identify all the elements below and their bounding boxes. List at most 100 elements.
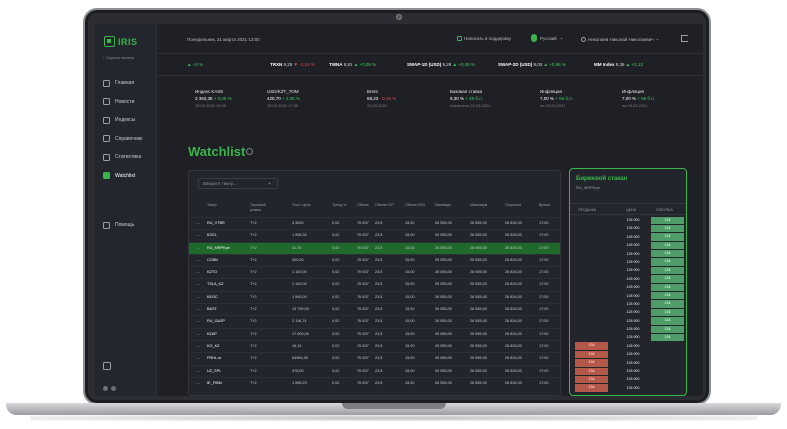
table-row[interactable]: — KZTO T+2 1 100,00 0,02 7К 637 23,5 15,00 26 55… <box>189 266 560 278</box>
drag-handle-icon[interactable]: — <box>196 319 200 323</box>
table-row[interactable]: — KEGC T+2 1 900,00 0,02 7К 637 23,5 15,00 26 55… <box>189 290 560 303</box>
logout-icon[interactable] <box>681 35 688 42</box>
table-row[interactable]: — KCEL T+2 1 998,32 0,02 7К 637 23,5 15,00 26 55… <box>189 229 560 241</box>
index-card[interactable]: Brent 68,23 - 0,15 % 25.03.2021 <box>367 88 396 109</box>
orderbook-row[interactable]: 128 900 134 <box>570 300 686 308</box>
cell-vusd: 15,00 <box>405 331 415 336</box>
table-row[interactable]: — KZAP T+2 17 600,00 0,02 7К 637 23,5 15,00 26 5… <box>189 327 560 340</box>
ticker-item[interactable]: TRXN 9,25 ▼ -3,15 % <box>270 62 315 67</box>
drag-handle-icon[interactable]: — <box>196 332 200 336</box>
drag-handle-icon[interactable]: — <box>196 282 200 286</box>
orderbook-row[interactable]: 134 128 900 <box>570 350 686 359</box>
orderbook-row[interactable]: 128 900 134 <box>570 275 686 283</box>
drag-handle-icon[interactable]: — <box>196 221 200 225</box>
column-header[interactable]: Торговый режим <box>250 203 272 213</box>
column-header[interactable]: Посл. цена <box>292 203 310 208</box>
orderbook-row[interactable]: 128 900 134 <box>570 266 686 275</box>
cell-ticker: KO_KZ <box>207 343 220 348</box>
column-header[interactable]: Объем USD <box>405 203 425 208</box>
ticker-item[interactable]: ▲ +3 % <box>187 62 203 67</box>
orderbook-row[interactable]: 128 900 134 <box>570 250 686 258</box>
ticker-item[interactable]: MM Index 9,36 ▲ +2,13 <box>594 62 643 67</box>
ticker-item[interactable]: SWAP-2D (USD) 9,00 ▲ +0,96 % <box>498 62 566 67</box>
sidebar-item-2[interactable]: Индексы <box>95 111 157 130</box>
ticker-change: -3,15 % <box>299 62 315 67</box>
orderbook-row[interactable]: 128 900 134 <box>570 317 686 325</box>
drag-handle-icon[interactable]: — <box>196 233 200 237</box>
drag-handle-icon[interactable]: — <box>196 295 200 299</box>
index-card[interactable]: USD/KZT_TOM 420,70 + 2,05 % 25.03.2021 17:… <box>267 88 300 109</box>
index-card[interactable]: Базовая ставка 9,30 % + 49 б.п. назначена … <box>450 88 490 109</box>
language-select[interactable]: Русский ⌄ <box>531 34 563 42</box>
drag-handle-icon[interactable]: — <box>196 258 200 262</box>
orderbook-row[interactable]: 134 128 900 <box>570 367 686 375</box>
table-row[interactable]: — IE_FIBM T+2 1 596,23 0,02 7К 637 23,5 15,00 26… <box>189 376 560 389</box>
orderbook-row[interactable]: 128 900 134 <box>570 258 686 266</box>
column-header[interactable]: Тренд % <box>332 203 346 208</box>
drag-handle-icon[interactable]: — <box>196 344 200 348</box>
theme-icon[interactable] <box>103 386 108 391</box>
drag-handle-icon[interactable]: — <box>196 270 200 274</box>
drag-handle-icon[interactable]: — <box>196 356 200 360</box>
orderbook-row[interactable]: 128 900 134 <box>570 241 686 250</box>
sidebar-item-1[interactable]: Новости <box>95 93 157 112</box>
cell-mode: T+2 <box>250 257 257 262</box>
orderbook-row[interactable]: 134 128 900 <box>570 375 686 384</box>
drag-handle-icon[interactable]: — <box>196 307 200 311</box>
camera-dot <box>396 14 402 20</box>
drag-handle-icon[interactable]: — <box>196 369 200 373</box>
logo[interactable]: IRIS <box>104 36 138 47</box>
orderbook-row[interactable]: 128 900 134 <box>570 216 686 224</box>
orderbook-row[interactable]: 134 128 900 <box>570 384 686 392</box>
index-card[interactable]: Инфляция 7,00 % + 56 б.п. на 25.03.2021 <box>540 88 573 109</box>
ticker-item[interactable]: SWAP-1D (USD) 9,28 ▲ +0,49 % <box>407 62 475 67</box>
orderbook-row[interactable]: 128 900 134 <box>570 325 686 333</box>
column-header[interactable]: Максимум <box>470 203 487 208</box>
orderbook-row[interactable]: 134 128 900 <box>570 342 686 350</box>
table-row[interactable]: — BAST T+2 13 790,00 0,02 7К 637 23,5 15,00 26 5… <box>189 303 560 315</box>
orderbook-row[interactable]: 128 900 134 <box>570 333 686 342</box>
column-header[interactable]: Время <box>539 203 550 208</box>
orderbook-row[interactable]: 134 128 900 <box>570 359 686 367</box>
add-icon[interactable]: + <box>268 179 271 189</box>
table-row[interactable]: — RU_GAZP T+2 2 116,74 0,02 7К 637 23,5 15,00 26… <box>189 315 560 327</box>
table-row[interactable]: — RU_VTBR T+2 3,3590 0,02 7К 637 23,5 15,00 26 5… <box>189 217 560 229</box>
orderbook-row[interactable]: 128 900 134 <box>570 224 686 233</box>
orderbook-row[interactable]: 128 900 134 <box>570 308 686 317</box>
ticker-item[interactable]: TWNA 8,81 ▲ +0,05 % <box>329 62 376 67</box>
orderbook-row[interactable]: 128 900 134 <box>570 233 686 241</box>
orderbook-row[interactable]: 128 900 134 <box>570 292 686 300</box>
column-header[interactable]: Объем KZT <box>375 203 394 208</box>
drag-handle-icon[interactable]: — <box>196 381 200 385</box>
table-row[interactable]: — RU_MRPKpe T+2 11,73 0,02 7К 637 23,5 15,00 26 … <box>189 241 560 254</box>
settings-icon[interactable] <box>111 386 116 391</box>
index-card[interactable]: Инфляция 7,00 % + 56 б.п. на 25.03.2021 <box>622 88 655 109</box>
index-change: + 2,05 % <box>282 96 300 101</box>
table-row[interactable]: — UZ_SPL T+2 478,00 0,02 7К 637 23,5 15,00 26 55… <box>189 364 560 377</box>
sidebar-item-3[interactable]: Справочник <box>95 130 157 149</box>
info-icon[interactable] <box>246 148 253 155</box>
table-row[interactable]: — KO_KZ T+2 16,14 0,02 7К 637 23,5 15,00 26 555,… <box>189 339 560 352</box>
sidebar-item-4[interactable]: Статистика <box>95 148 157 167</box>
drag-handle-icon[interactable]: — <box>196 246 200 250</box>
cell-open: 26 834,00 <box>505 319 522 324</box>
folder-icon <box>103 135 110 143</box>
column-header[interactable]: Минимум <box>435 203 451 208</box>
column-header[interactable]: Объем <box>357 203 368 208</box>
table-row[interactable]: — CCBN T+2 300,00 0,02 7К 637 23,5 15,00 26 555,… <box>189 253 560 266</box>
orderbook-row[interactable]: 128 900 134 <box>570 283 686 292</box>
support-link[interactable]: Написать в поддержку <box>457 36 511 41</box>
sidebar-item-0[interactable]: Главная <box>95 74 157 93</box>
index-card[interactable]: Индекс KASE 3 350,35 + 0,05 % 25.03.2021 1… <box>195 88 232 109</box>
user-menu[interactable]: Николаев Николай Николаевич ⌄ <box>581 36 659 42</box>
topbar: Понедельник, 31 марта 2021 13:00 Написат… <box>157 24 703 54</box>
table-row[interactable]: — FRHL.or T+2 64984,35 0,02 7К 637 23,5 15,00 26… <box>189 352 560 364</box>
upload-icon[interactable] <box>103 362 111 370</box>
table-row[interactable]: — TSLA_KZ T+2 1 100,00 0,02 7К 637 23,5 15,00 26… <box>189 278 560 290</box>
sidebar-item-help[interactable]: Помощь <box>95 216 157 235</box>
column-header[interactable]: Тикер <box>207 203 217 208</box>
column-header[interactable]: Открытие <box>505 203 521 208</box>
hide-menu-button[interactable]: ‹ Скрыть панель <box>103 55 134 60</box>
sidebar-item-5[interactable]: Watchlist <box>95 167 157 186</box>
ticker-search-input[interactable]: Введите тикер... + <box>198 178 278 189</box>
